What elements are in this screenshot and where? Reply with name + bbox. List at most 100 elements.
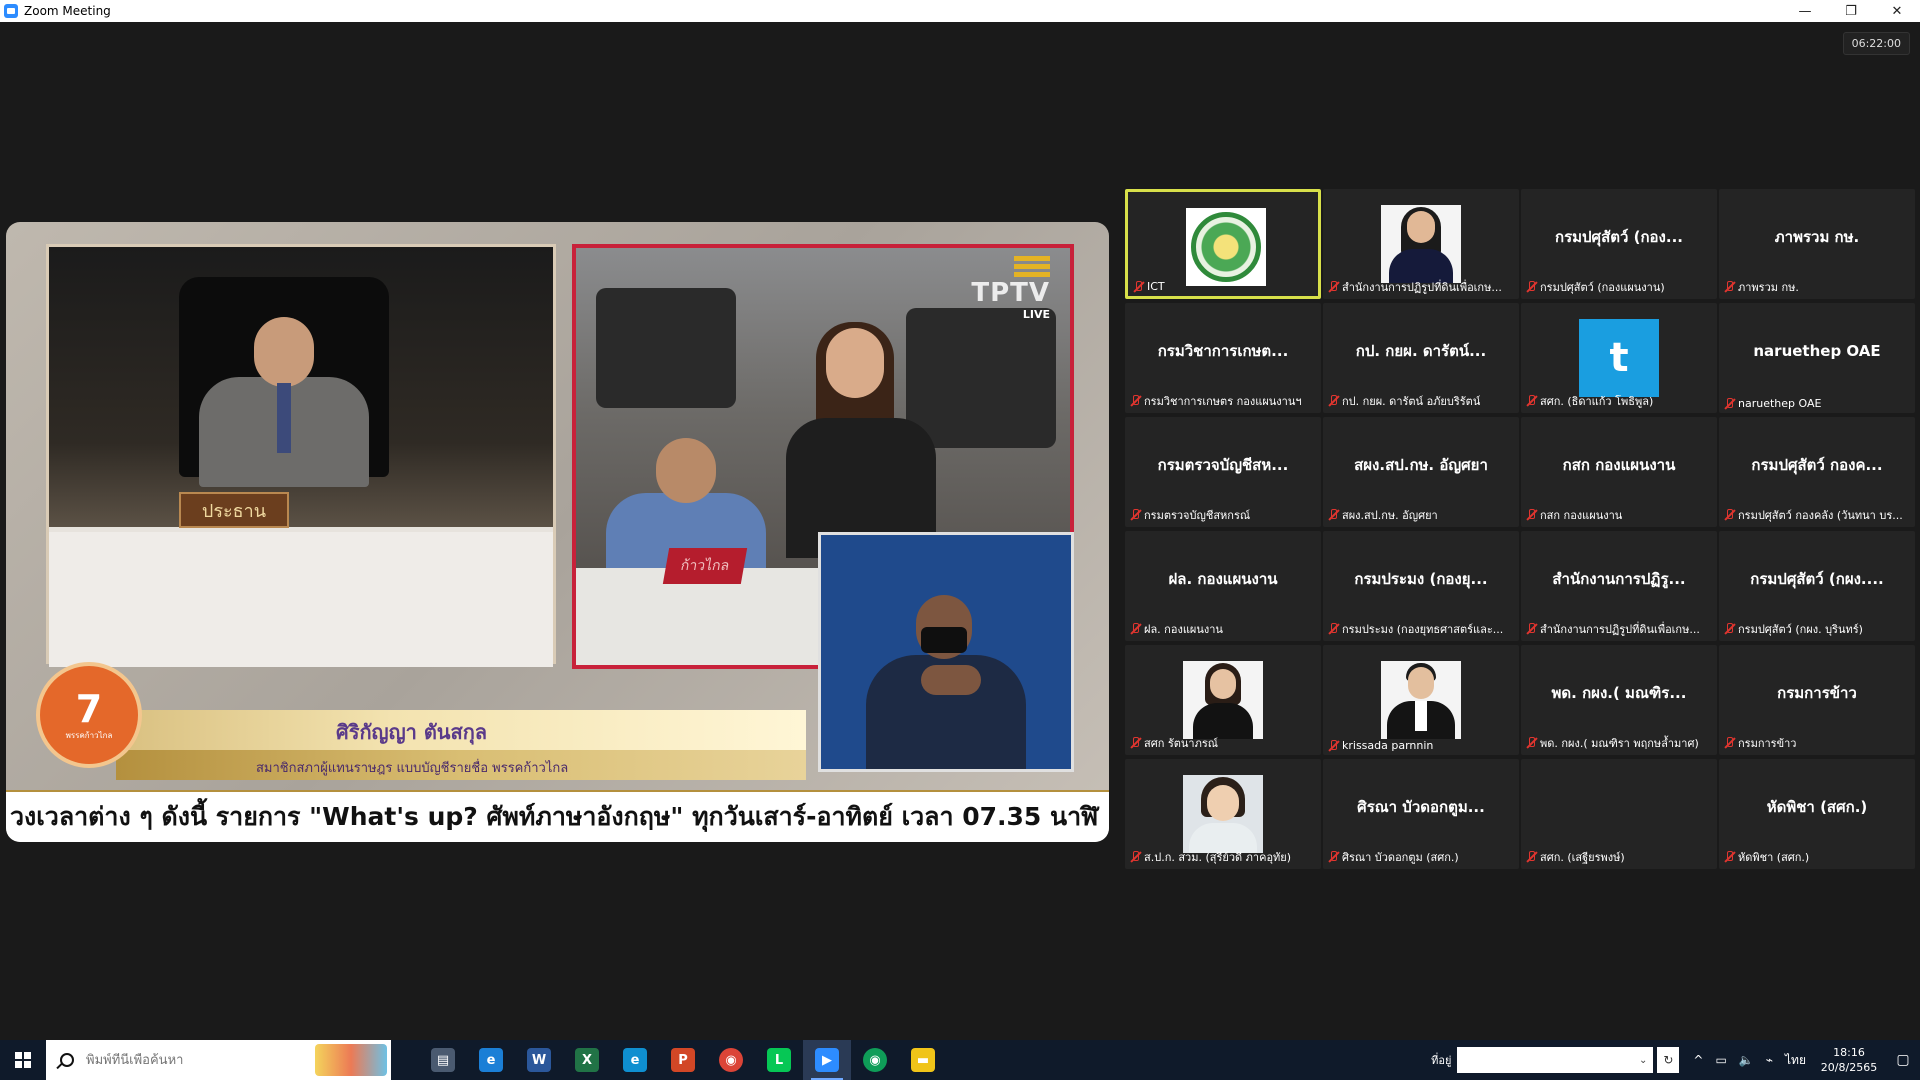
participant-name-label: กรมวิชาการเกษตร กองแผนงานฯ	[1129, 392, 1302, 410]
broadcast-left-panel: ประธาน	[46, 244, 556, 667]
mic-muted-icon	[1525, 509, 1537, 521]
participant-name: กรมการข้าว	[1738, 737, 1797, 750]
participant-name: ภาพรวม กษ.	[1738, 281, 1799, 294]
participant-name-label: กสก กองแผนงาน	[1525, 506, 1622, 524]
participant-avatar	[1186, 208, 1266, 286]
participant-tile[interactable]: ภาพรวม กษ. ภาพรวม กษ.	[1719, 189, 1915, 299]
participant-tile[interactable]: กรมตรวจบัญชีสห... กรมตรวจบัญชีสหกรณ์	[1125, 417, 1321, 527]
taskbar-app-edge[interactable]: e	[611, 1040, 659, 1080]
mic-muted-icon	[1327, 395, 1339, 407]
participant-display-name: หัดพิชา (สศก.)	[1766, 798, 1868, 816]
participant-tile[interactable]: หัดพิชา (สศก.) หัดพิชา (สศก.)	[1719, 759, 1915, 869]
participant-name-label: กรมปศุสัตว์ (กผง. บุรินทร์)	[1723, 620, 1863, 638]
participant-name-label: กป. กยผ. ดารัตน์ อภัยบริรัตน์	[1327, 392, 1480, 410]
participant-tile[interactable]: naruethep OAE naruethep OAE	[1719, 303, 1915, 413]
participant-display-name: ศิรณา บัวดอกตูม...	[1357, 798, 1485, 816]
participant-name: สผง.สป.กษ. อัญศยา	[1342, 509, 1438, 522]
close-button[interactable]: ✕	[1874, 0, 1920, 22]
taskbar-search[interactable]	[46, 1040, 391, 1080]
address-bar[interactable]: ⌄	[1457, 1047, 1654, 1073]
participant-tile[interactable]: สผง.สป.กษ. อัญศยา สผง.สป.กษ. อัญศยา	[1323, 417, 1519, 527]
search-input[interactable]	[86, 1052, 286, 1068]
taskbar-app-task-view[interactable]: ▤	[419, 1040, 467, 1080]
mic-muted-icon	[1129, 623, 1141, 635]
taskbar-app-word[interactable]: W	[515, 1040, 563, 1080]
participant-display-name: กรมปศุสัตว์ กองค...	[1751, 456, 1883, 474]
participant-tile[interactable]: สำนักงานการปฏิรู... สำนักงานการปฏิรูปที่ด…	[1521, 531, 1717, 641]
taskbar-clock[interactable]: 18:16 20/8/2565	[1812, 1045, 1886, 1075]
mic-muted-icon	[1723, 397, 1735, 410]
mic-muted-icon	[1129, 851, 1141, 863]
tptv-bars-icon	[1014, 256, 1050, 278]
tray-overflow-icon[interactable]: ^	[1693, 1053, 1703, 1067]
notification-icon[interactable]: ▢	[1886, 1040, 1920, 1080]
chrome-2-icon: ◉	[863, 1048, 887, 1072]
participant-tile[interactable]: กสก กองแผนงาน กสก กองแผนงาน	[1521, 417, 1717, 527]
speaker-role: สมาชิกสภาผู้แทนราษฎร แบบบัญชีรายชื่อ พรร…	[256, 761, 569, 776]
refresh-icon[interactable]: ↻	[1657, 1047, 1680, 1073]
taskbar-app-powerpoint[interactable]: P	[659, 1040, 707, 1080]
taskbar-app-chrome-2[interactable]: ◉	[851, 1040, 899, 1080]
participant-name: กรมตรวจบัญชีสหกรณ์	[1144, 509, 1251, 522]
mic-muted-icon	[1327, 739, 1339, 752]
participant-tile[interactable]: กรมประมง (กองยุ... กรมประมง (กองยุทธศาสตร…	[1323, 531, 1519, 641]
line-icon: L	[767, 1048, 791, 1072]
party-logo: 7 พรรคก้าวไกล	[36, 662, 142, 768]
participant-tile[interactable]: พด. กผง.( มณฑิร... พด. กผง.( มณฑิรา พฤกษล…	[1521, 645, 1717, 755]
participant-tile[interactable]: krissada parnnin	[1323, 645, 1519, 755]
meet-now-icon[interactable]: ▭	[1715, 1053, 1726, 1067]
participant-tile[interactable]: สำนักงานการปฏิรูปที่ดินเพื่อเกษ...	[1323, 189, 1519, 299]
taskbar-app-excel[interactable]: X	[563, 1040, 611, 1080]
participant-name-label: สศก รัตนาภรณ์	[1129, 734, 1218, 752]
participant-name-label: naruethep OAE	[1723, 397, 1821, 410]
participant-name: สศก. (ธิดาแก้ว โพธิพูล)	[1540, 395, 1654, 408]
participant-name-label: หัดพิชา (สศก.)	[1723, 848, 1809, 866]
participant-name-label: ฝล. กองแผนงาน	[1129, 620, 1223, 638]
mic-muted-icon	[1525, 851, 1537, 863]
speaker-figure	[786, 322, 936, 558]
network-icon[interactable]: ⌁	[1766, 1053, 1773, 1067]
news-ticker: วงเวลาต่าง ๆ ดังนี้ รายการ "What's up? ศ…	[6, 790, 1109, 842]
participant-tile[interactable]: สศก. (เสฐียรพงษ์)	[1521, 759, 1717, 869]
participant-tile[interactable]: ศิรณา บัวดอกตูม... ศิรณา บัวดอกตูม (สศก.)	[1323, 759, 1519, 869]
taskbar-app-file-explorer[interactable]: ▬	[899, 1040, 947, 1080]
participant-name: กรมปศุสัตว์ กองคลัง (วันทนา บร...	[1738, 509, 1903, 522]
participant-tile[interactable]: ฝล. กองแผนงาน ฝล. กองแผนงาน	[1125, 531, 1321, 641]
participant-name-label: สศก. (เสฐียรพงษ์)	[1525, 848, 1625, 866]
participant-tile[interactable]: ส.ป.ก. สวม. (สุรีย์วดี ภาคอุทัย)	[1125, 759, 1321, 869]
mic-muted-icon	[1327, 509, 1339, 521]
participant-tile[interactable]: กป. กยผ. ดารัตน์... กป. กยผ. ดารัตน์ อภัย…	[1323, 303, 1519, 413]
language-indicator[interactable]: ไทย	[1785, 1051, 1806, 1070]
participant-tile[interactable]: ICT	[1125, 189, 1321, 299]
taskbar-app-line[interactable]: L	[755, 1040, 803, 1080]
window-title-bar: Zoom Meeting — ❐ ✕	[0, 0, 1920, 22]
search-highlight-image	[315, 1044, 387, 1076]
volume-icon[interactable]: 🔈	[1739, 1053, 1754, 1067]
chevron-down-icon[interactable]: ⌄	[1639, 1055, 1647, 1066]
participant-tile[interactable]: กรมปศุสัตว์ (กอง... กรมปศุสัตว์ (กองแผนงา…	[1521, 189, 1717, 299]
participant-tile[interactable]: สศก รัตนาภรณ์	[1125, 645, 1321, 755]
minimize-button[interactable]: —	[1782, 0, 1828, 22]
mic-muted-icon	[1723, 509, 1735, 521]
start-button[interactable]	[0, 1040, 46, 1080]
participant-tile[interactable]: กรมการข้าว กรมการข้าว	[1719, 645, 1915, 755]
participant-display-name: กรมการข้าว	[1777, 684, 1857, 702]
participant-name: ICT	[1147, 280, 1165, 293]
participant-name-label: สำนักงานการปฏิรูปที่ดินเพื่อเกษ...	[1327, 278, 1502, 296]
participant-tile[interactable]: กรมปศุสัตว์ กองค... กรมปศุสัตว์ กองคลัง (…	[1719, 417, 1915, 527]
address-label: ที่อยู่	[1431, 1054, 1452, 1067]
participant-name: กรมปศุสัตว์ (กผง. บุรินทร์)	[1738, 623, 1863, 636]
participant-tile[interactable]: กรมวิชาการเกษต... กรมวิชาการเกษตร กองแผนง…	[1125, 303, 1321, 413]
participant-display-name: กสก กองแผนงาน	[1562, 456, 1676, 474]
shared-screen[interactable]: ประธาน ก้าวไกล TPTV LIVE ศิริกัญญา ตันสก…	[6, 222, 1109, 842]
participant-display-name: กรมปศุสัตว์ (กอง...	[1555, 228, 1683, 246]
participant-tile[interactable]: t สศก. (ธิดาแก้ว โพธิพูล)	[1521, 303, 1717, 413]
taskbar-app-internet-explorer[interactable]: e	[467, 1040, 515, 1080]
search-icon	[60, 1053, 74, 1067]
restore-button[interactable]: ❐	[1828, 0, 1874, 22]
participant-name-label: สศก. (ธิดาแก้ว โพธิพูล)	[1525, 392, 1653, 410]
participant-tile[interactable]: กรมปศุสัตว์ (กผง.... กรมปศุสัตว์ (กผง. บุ…	[1719, 531, 1915, 641]
taskbar-app-zoom[interactable]: ▶	[803, 1040, 851, 1080]
taskbar-app-chrome[interactable]: ◉	[707, 1040, 755, 1080]
participant-name: กรมประมง (กองยุทธศาสตร์และ...	[1342, 623, 1504, 636]
